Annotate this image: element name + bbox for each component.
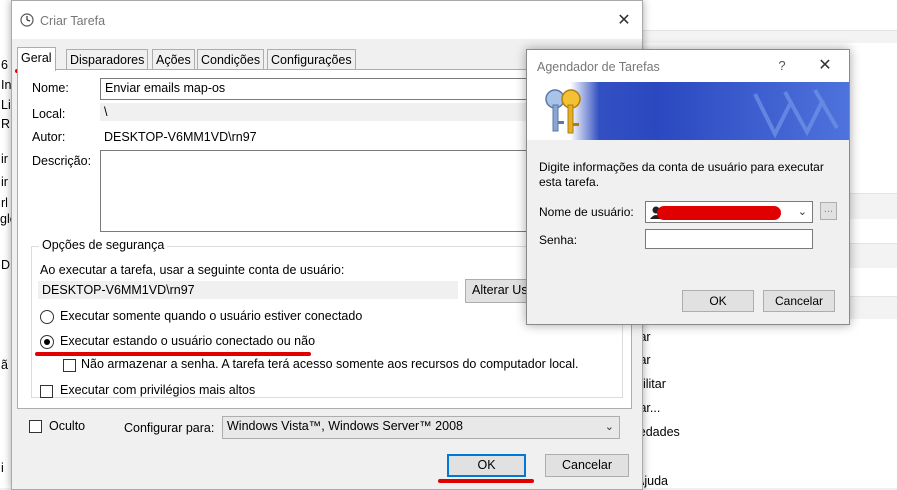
name-label: Nome: xyxy=(32,81,69,95)
bg-fragment: rl xyxy=(1,196,8,210)
configure-label: Configurar para: xyxy=(124,421,215,435)
watermark-icon xyxy=(753,88,839,139)
task-scheduler-credentials-dialog: Agendador de Tarefas ? ✕ Digite informaç… xyxy=(526,49,850,325)
bg-fragment: ã xyxy=(1,358,8,372)
radio-whether-logged-on[interactable] xyxy=(40,335,54,349)
close-button[interactable]: ✕ xyxy=(612,10,636,32)
cancel-button[interactable]: Cancelar xyxy=(763,290,835,312)
close-button[interactable]: ✕ xyxy=(813,55,837,77)
password-field[interactable] xyxy=(645,229,813,249)
dialog-title: Agendador de Tarefas xyxy=(537,60,660,74)
configure-value: Windows Vista™, Windows Server™ 2008 xyxy=(227,419,463,433)
clock-icon xyxy=(20,13,34,27)
ok-button[interactable]: OK xyxy=(447,454,526,477)
account-prompt: Ao executar a tarefa, usar a seguinte co… xyxy=(40,263,345,277)
highest-privileges-label[interactable]: Executar com privilégios mais altos xyxy=(60,383,255,397)
annotation-underline xyxy=(35,352,311,356)
title-bar: Criar Tarefa ✕ xyxy=(12,1,642,39)
annotation-underline xyxy=(438,479,534,483)
banner xyxy=(527,82,849,140)
tab-disparadores[interactable]: Disparadores xyxy=(66,49,149,70)
description-label: Descrição: xyxy=(32,154,92,168)
dialog-title: Criar Tarefa xyxy=(40,14,106,28)
bg-fragment: ir xyxy=(1,175,8,189)
browse-users-button[interactable]: ... xyxy=(820,202,837,220)
highest-privileges-checkbox[interactable] xyxy=(40,385,53,398)
tab-condicoes[interactable]: Condições xyxy=(197,49,265,70)
no-store-password-checkbox[interactable] xyxy=(63,359,76,372)
radio-logged-on-label[interactable]: Executar somente quando o usuário estive… xyxy=(60,309,362,323)
bg-fragment: R xyxy=(1,117,11,131)
redaction-mark xyxy=(657,206,781,220)
password-label: Senha: xyxy=(539,233,578,247)
security-legend: Opções de segurança xyxy=(39,238,168,252)
no-store-password-label[interactable]: Não armazenar a senha. A tarefa terá ace… xyxy=(81,357,579,371)
tab-geral[interactable]: Geral xyxy=(17,47,56,71)
location-label: Local: xyxy=(32,107,66,121)
title-bar: Agendador de Tarefas ? ✕ xyxy=(527,50,849,82)
bg-fragment: In xyxy=(1,78,12,92)
cancel-button[interactable]: Cancelar xyxy=(545,454,629,477)
bg-fragment: ir xyxy=(1,152,8,166)
account-value: DESKTOP-V6MM1VD\rn97 xyxy=(38,281,458,299)
bg-fragment: Li xyxy=(1,98,11,112)
radio-logged-on[interactable] xyxy=(40,310,54,324)
hidden-label[interactable]: Oculto xyxy=(49,419,85,433)
chevron-down-icon: ⌄ xyxy=(604,421,614,433)
bg-fragment: i xyxy=(1,461,4,475)
hidden-checkbox[interactable] xyxy=(29,420,42,433)
username-label: Nome de usuário: xyxy=(539,205,634,219)
ok-button[interactable]: OK xyxy=(682,290,754,312)
configure-select[interactable]: Windows Vista™, Windows Server™ 2008 ⌄ xyxy=(222,416,620,439)
bg-fragment: 6 xyxy=(1,58,8,72)
tab-configuracoes[interactable]: Configurações xyxy=(267,49,356,70)
chevron-down-icon: ⌄ xyxy=(797,206,807,218)
bg-fragment: D xyxy=(1,258,11,272)
tab-acoes[interactable]: Ações xyxy=(152,49,195,70)
author-value: DESKTOP-V6MM1VD\rn97 xyxy=(104,130,257,144)
keys-icon xyxy=(545,89,581,134)
radio-whether-logged-on-label[interactable]: Executar estando o usuário conectado ou … xyxy=(60,334,315,348)
help-button[interactable]: ? xyxy=(770,55,794,77)
credentials-prompt: Digite informações da conta de usuário p… xyxy=(539,160,824,189)
author-label: Autor: xyxy=(32,130,66,144)
radio-selected-dot xyxy=(44,339,50,345)
